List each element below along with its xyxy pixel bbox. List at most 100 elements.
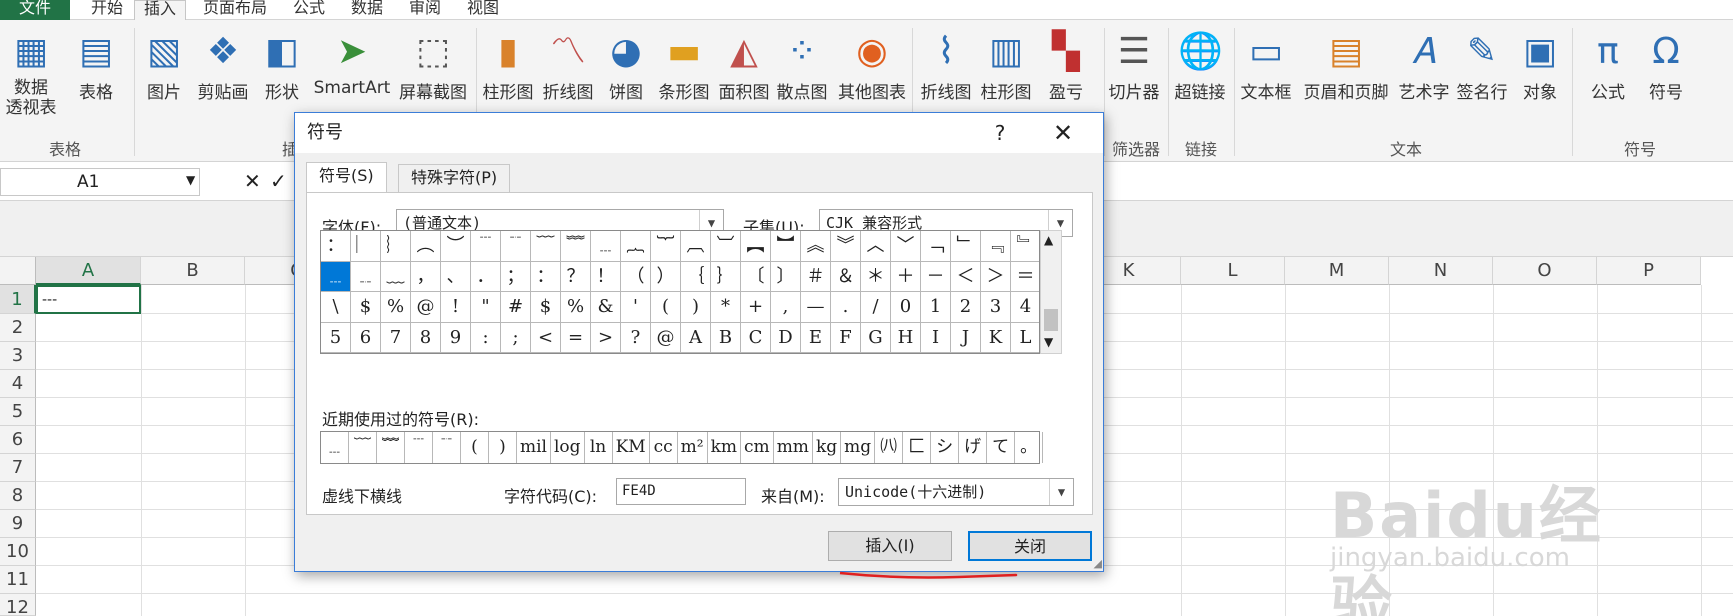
recent-symbol-cell[interactable]: mg: [841, 432, 876, 463]
recent-symbol-cell[interactable]: ﹋: [349, 432, 377, 463]
row-header-10[interactable]: 10: [0, 538, 36, 566]
symbol-cell[interactable]: !: [441, 292, 471, 323]
symbol-cell[interactable]: ︶: [441, 231, 471, 262]
symbol-cell[interactable]: ;: [501, 322, 531, 353]
sparkline-line-button[interactable]: ⌇ 折线图: [916, 24, 976, 103]
symbol-cell[interactable]: ︿: [861, 231, 891, 262]
symbol-cell[interactable]: ：: [321, 231, 351, 262]
row-header-5[interactable]: 5: [0, 398, 36, 426]
symbol-cell[interactable]: ﹃: [981, 231, 1011, 262]
symbol-cell[interactable]: %: [381, 292, 411, 323]
symbol-cell[interactable]: &: [591, 292, 621, 323]
symbol-cell[interactable]: 〔: [741, 261, 771, 292]
symbol-cell[interactable]: ﹂: [951, 231, 981, 262]
symbol-cell[interactable]: ；: [501, 261, 531, 292]
symbol-cell[interactable]: 〕: [771, 261, 801, 292]
symbol-cell[interactable]: B: [711, 322, 741, 353]
symbol-cell[interactable]: $: [351, 292, 381, 323]
symbol-cell[interactable]: ﹋: [531, 231, 561, 262]
row-header-6[interactable]: 6: [0, 426, 36, 454]
symbol-cell[interactable]: @: [651, 322, 681, 353]
screenshot-button[interactable]: ⬚ 屏幕截图: [394, 24, 472, 103]
symbol-cell[interactable]: I: [921, 322, 951, 353]
symbol-cell[interactable]: 1: [921, 292, 951, 323]
resize-grip-icon[interactable]: ◢: [1094, 557, 1102, 570]
symbol-cell[interactable]: ﹉: [471, 231, 501, 262]
recent-symbol-cell[interactable]: KM: [613, 432, 650, 463]
row-header-12[interactable]: 12: [0, 594, 36, 616]
symbol-cell[interactable]: ﹄: [1011, 231, 1039, 262]
symbol-cell[interactable]: ︺: [711, 231, 741, 262]
symbol-cell[interactable]: %: [561, 292, 591, 323]
tab-home[interactable]: 开始: [82, 0, 132, 20]
sparkline-winloss-button[interactable]: ▚ 盈亏: [1036, 24, 1096, 103]
cell-a1[interactable]: ---: [36, 285, 141, 314]
scatter-chart-button[interactable]: ⁘ 散点图: [772, 24, 832, 103]
column-chart-button[interactable]: ▮ 柱形图: [478, 24, 538, 103]
symbol-cell[interactable]: ＃: [801, 261, 831, 292]
symbol-cell[interactable]: ＞: [981, 261, 1011, 292]
symbol-cell[interactable]: ︴: [381, 231, 411, 262]
column-header-l[interactable]: L: [1181, 257, 1285, 285]
row-header-1[interactable]: 1: [0, 285, 36, 314]
symbol-cell[interactable]: ?: [621, 322, 651, 353]
symbol-cell[interactable]: ,: [771, 292, 801, 323]
symbol-cell[interactable]: ﹎: [351, 261, 381, 292]
recent-symbol-cell[interactable]: mm: [774, 432, 813, 463]
symbol-cell[interactable]: ．: [471, 261, 501, 292]
symbol-cell[interactable]: ！: [591, 261, 621, 292]
symbol-cell[interactable]: #: [501, 292, 531, 323]
recent-symbol-cell[interactable]: km: [708, 432, 742, 463]
symbol-cell[interactable]: L: [1011, 323, 1039, 353]
symbol-cell[interactable]: ︽: [801, 231, 831, 262]
recent-symbol-cell[interactable]: シ: [931, 432, 960, 463]
symbol-cell[interactable]: H: [891, 322, 921, 353]
symbol-cell[interactable]: ＆: [831, 261, 861, 292]
symbol-cell[interactable]: 4: [1011, 292, 1039, 323]
row-header-7[interactable]: 7: [0, 454, 36, 482]
symbol-cell[interactable]: ︾: [831, 231, 861, 262]
line-chart-button[interactable]: 〽折线图: [538, 24, 598, 103]
chevron-down-icon[interactable]: ▼: [1049, 479, 1073, 505]
row-header-8[interactable]: 8: [0, 482, 36, 510]
symbol-cell[interactable]: ）: [651, 261, 681, 292]
row-header-11[interactable]: 11: [0, 566, 36, 594]
recent-symbol-cell[interactable]: (: [461, 432, 489, 463]
symbol-cell[interactable]: 、: [441, 261, 471, 292]
table-button[interactable]: ▤ 表格: [66, 24, 126, 103]
recent-symbol-cell[interactable]: cc: [650, 432, 678, 463]
recent-symbol-cell[interactable]: ﹌: [377, 432, 405, 463]
symbol-cell[interactable]: @: [411, 292, 441, 323]
pivot-table-button[interactable]: ▦ 数据 透视表: [2, 24, 60, 118]
symbol-cell[interactable]: ：: [531, 261, 561, 292]
symbol-cell[interactable]: ｝: [711, 261, 741, 292]
symbol-cell[interactable]: ︹: [681, 231, 711, 262]
insert-button[interactable]: 插入(I): [828, 531, 952, 561]
bar-chart-button[interactable]: ▬ 条形图: [654, 24, 714, 103]
symbol-cell[interactable]: .: [831, 292, 861, 323]
column-header-m[interactable]: M: [1285, 257, 1389, 285]
tab-review[interactable]: 审阅: [400, 0, 450, 20]
symbol-cell[interactable]: —: [801, 292, 831, 323]
close-button[interactable]: 关闭: [968, 531, 1092, 561]
picture-button[interactable]: ▧ 图片: [134, 24, 194, 103]
close-icon[interactable]: ✕: [1045, 113, 1081, 153]
symbol-cell[interactable]: ﹀: [891, 231, 921, 262]
symbol-cell[interactable]: ︸: [651, 231, 681, 262]
recent-symbol-cell[interactable]: ln: [585, 432, 613, 463]
symbol-cell[interactable]: ": [471, 292, 501, 323]
recent-symbol-cell[interactable]: m²: [678, 432, 708, 463]
recent-symbol-cell[interactable]: 。: [1015, 432, 1044, 463]
pie-chart-button[interactable]: ◕ 饼图: [596, 24, 656, 103]
symbol-cell[interactable]: ﹌: [561, 231, 591, 262]
scroll-thumb[interactable]: [1044, 309, 1058, 331]
symbol-cell[interactable]: 9: [441, 322, 471, 353]
scroll-down-icon[interactable]: ▼: [1044, 335, 1053, 349]
symbol-cell[interactable]: ＜: [951, 261, 981, 292]
row-header-4[interactable]: 4: [0, 370, 36, 398]
symbol-cell[interactable]: A: [681, 322, 711, 353]
symbol-cell[interactable]: :: [471, 322, 501, 353]
recent-symbol-cell[interactable]: kg: [813, 432, 842, 463]
symbol-cell[interactable]: （: [621, 261, 651, 292]
symbol-cell[interactable]: ︵: [411, 231, 441, 262]
